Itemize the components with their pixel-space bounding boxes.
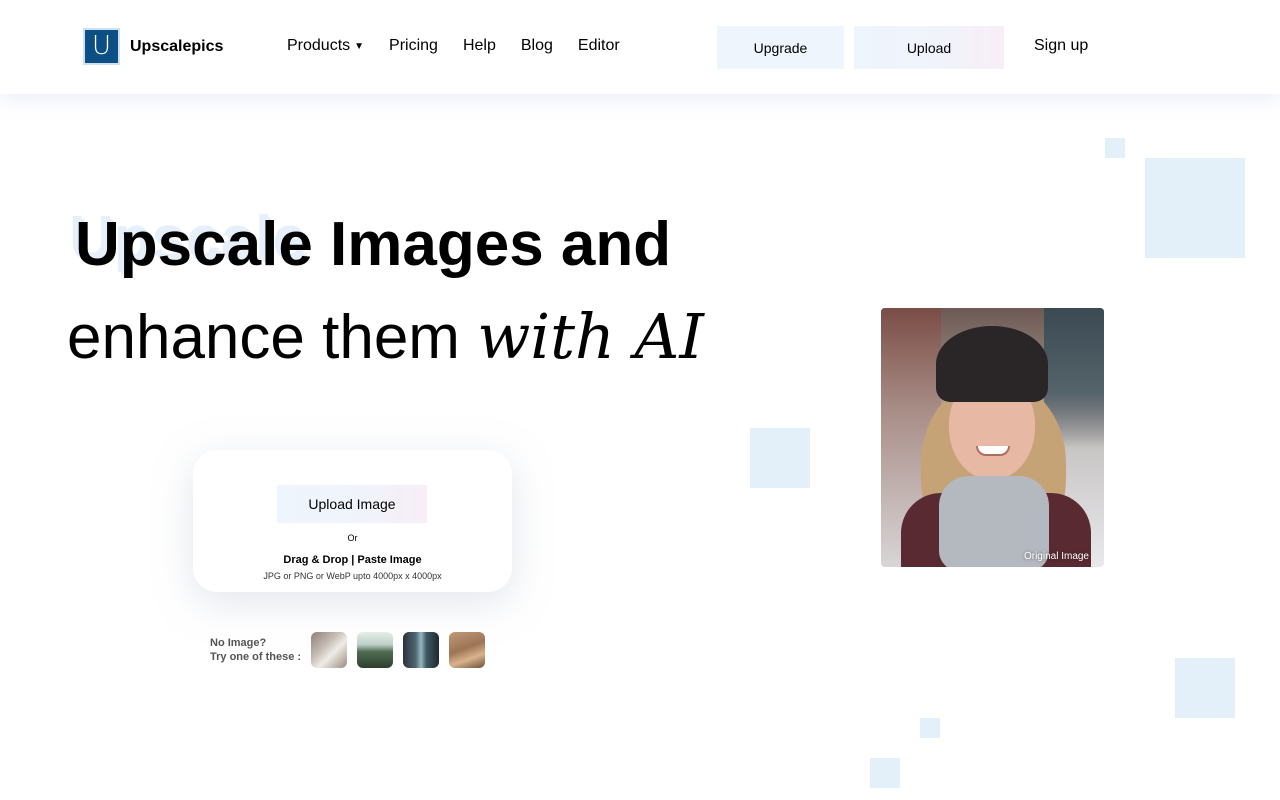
brand-logo[interactable]: U Upscalepics [83,28,223,65]
nav-item-help[interactable]: Help [463,37,496,55]
upload-button[interactable]: Upload [854,26,1004,69]
sample-thumbnail-street[interactable] [403,632,440,668]
brand-name: Upscalepics [130,37,224,55]
decor-square [1105,138,1125,158]
main-nav: Products ▼ Pricing Help Blog Editor [287,37,645,55]
drag-drop-hint: Drag & Drop | Paste Image [283,554,422,566]
sample-label-line2: Try one of these : [210,651,302,663]
image-caption: Original Image [1023,551,1089,562]
photo-smile [976,446,1010,456]
nav-item-blog[interactable]: Blog [521,37,553,55]
decor-square [920,718,940,738]
hero-line1-rest: Images and [312,210,672,279]
decor-square [750,428,810,488]
sample-thumbnail-lake[interactable] [357,632,394,668]
hero-heading-line2: enhance them with AI [67,297,704,378]
nav-item-products[interactable]: Products ▼ [287,37,364,55]
sample-thumbnail-cat[interactable] [311,632,348,668]
or-separator: Or [347,533,358,543]
preview-image: Original Image [881,308,1104,567]
sample-images: No Image? Try one of these : [210,632,495,668]
signup-link[interactable]: Sign up [1034,37,1088,55]
sample-thumbnail-desk[interactable] [449,632,486,668]
top-navbar: U Upscalepics Products ▼ Pricing Help Blo… [0,0,1280,94]
sample-images-label: No Image? Try one of these : [210,636,301,664]
decor-square [1175,658,1235,718]
upload-image-button[interactable]: Upload Image [277,485,427,523]
hero-script-text: with AI [477,300,704,373]
decor-square [870,758,900,788]
upload-dropzone[interactable]: Upload Image Or Drag & Drop | Paste Imag… [193,450,512,592]
photo-hat [936,326,1048,402]
logo-icon: U [83,28,120,65]
sample-label-line1: No Image? [210,637,267,649]
hero-bold-word: Upscale [75,210,313,279]
nav-item-editor[interactable]: Editor [578,37,620,55]
nav-item-pricing[interactable]: Pricing [389,37,438,55]
hero-line2-plain: enhance them [67,303,478,372]
upgrade-button[interactable]: Upgrade [717,26,844,69]
chevron-down-icon: ▼ [354,41,365,52]
nav-item-label: Products [287,37,351,54]
hero-heading-line1: Upscale Images and [67,205,671,285]
page: U Upscalepics Products ▼ Pricing Help Blo… [0,0,1280,800]
decor-square [1145,158,1245,258]
supported-formats: JPG or PNG or WebP upto 4000px x 4000px [263,571,442,581]
